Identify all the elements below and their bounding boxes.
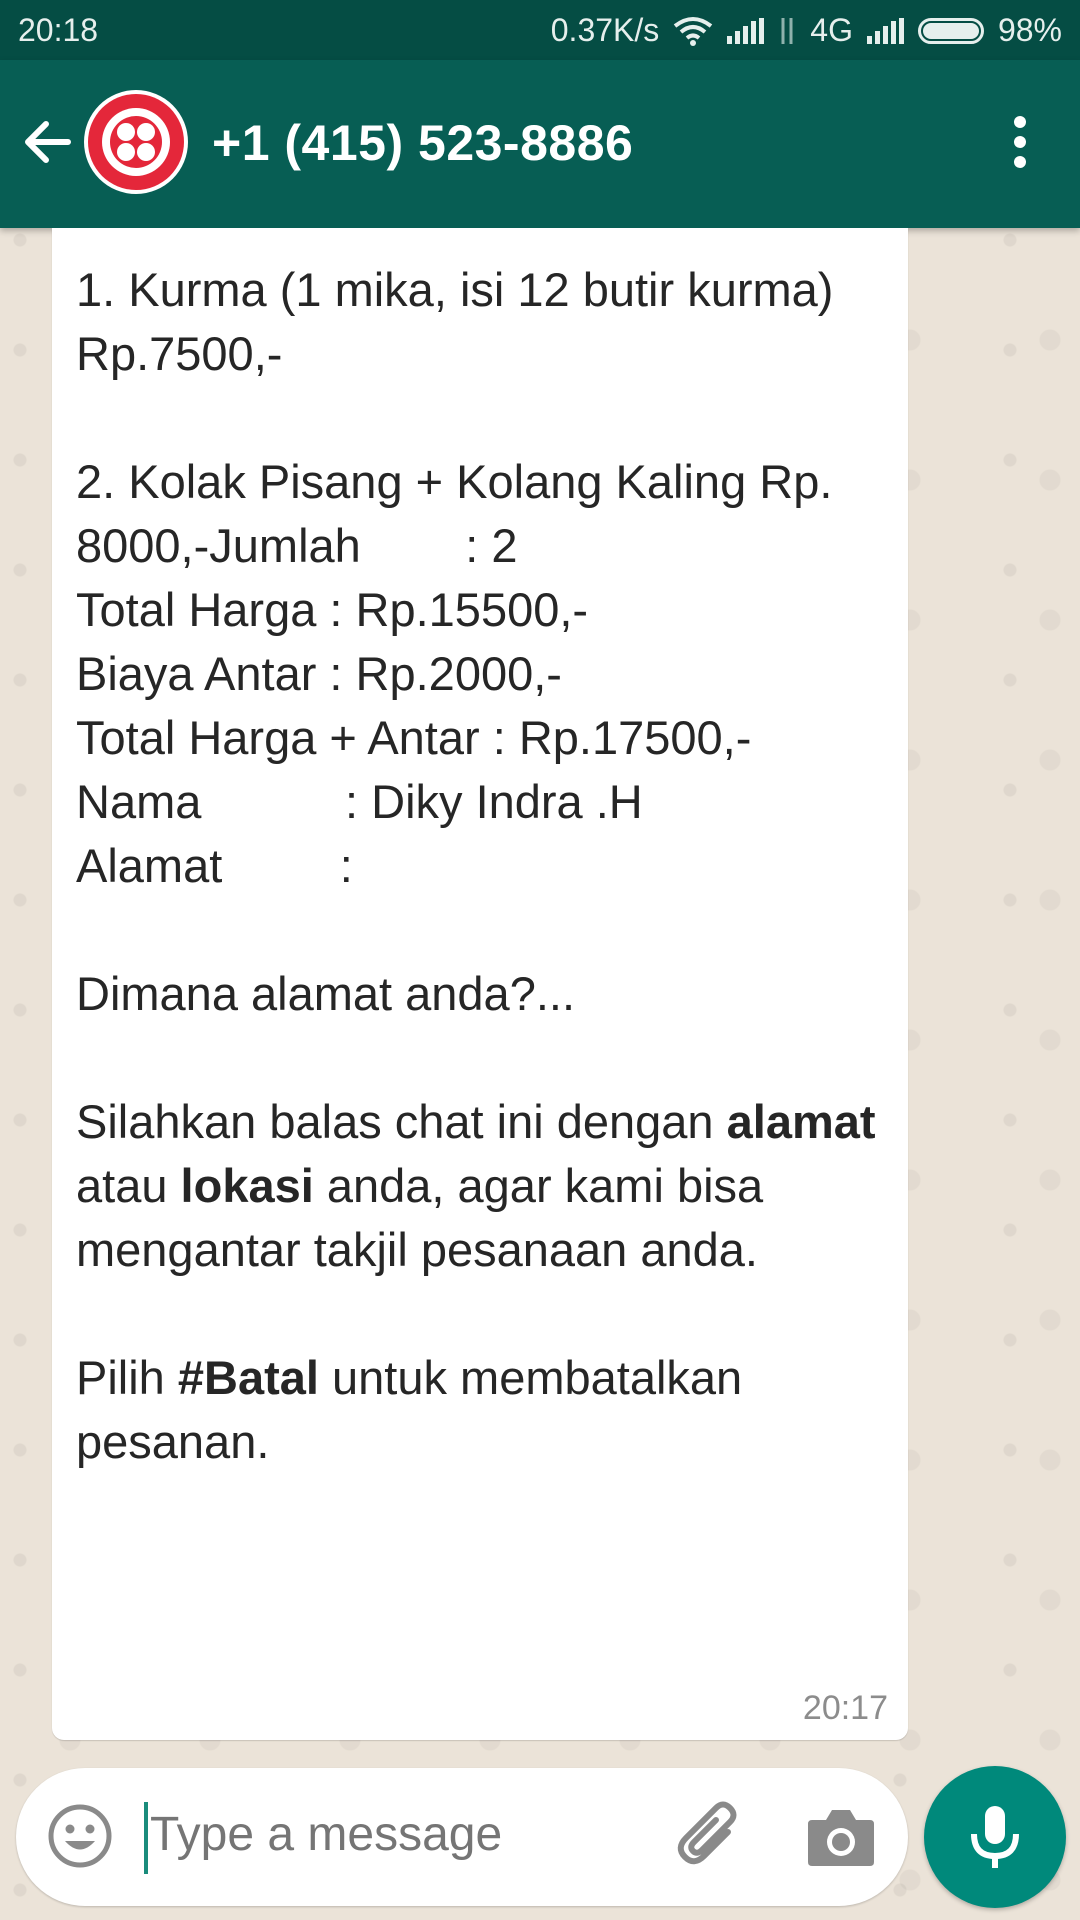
msg-line-item-1: 1. Kurma (1 mika, isi 12 butir kurma) Rp… [76,263,847,380]
signal-icon-2 [866,17,904,44]
incoming-message-bubble[interactable]: 1. Kurma (1 mika, isi 12 butir kurma) Rp… [52,228,908,1740]
signal-icon [727,17,765,44]
msg-para-1: Silahkan balas chat ini dengan alamat at… [76,1095,889,1276]
msg-text: Pilih [76,1351,178,1404]
status-time: 20:18 [18,12,99,48]
msg-text: Silahkan balas chat ini dengan [76,1095,727,1148]
msg-line-jumlah: Jumlah : 2 [209,519,518,572]
data-transfer-icon [781,17,793,44]
message-composer [16,1768,908,1906]
more-options-icon[interactable] [1010,116,1030,172]
message-input[interactable] [148,1806,632,1863]
msg-line-biaya: Biaya Antar : Rp.2000,- [76,647,562,700]
battery-level: 98% [997,12,1062,48]
message-text: 1. Kurma (1 mika, isi 12 butir kurma) Rp… [76,258,896,1474]
microphone-icon [971,1806,1019,1868]
camera-icon[interactable] [806,1804,876,1868]
back-arrow-icon[interactable] [18,112,78,172]
network-type: 4G [810,12,853,48]
avatar[interactable] [84,90,188,194]
wifi-icon [674,16,713,46]
msg-bold-batal: #Batal [177,1351,319,1404]
message-timestamp: 20:17 [802,1689,888,1727]
status-indicators: 0.37K/s 4G 98% [551,12,1062,49]
msg-para-2: Pilih #Batal untuk membatalkan pesanan. [76,1351,755,1468]
msg-line-nama: Nama : Diky Indra .H [76,775,643,828]
twilio-logo-icon [88,94,184,190]
msg-line-alamat: Alamat : [76,839,353,892]
chat-header: +1 (415) 523-8886 [0,60,1080,228]
msg-line-total: Total Harga : Rp.15500,- [76,583,589,636]
paperclip-icon[interactable] [672,1798,750,1876]
status-bar: 20:18 0.37K/s 4G 98% [0,0,1080,60]
msg-line-total-antar: Total Harga + Antar : Rp.17500,- [76,711,752,764]
battery-icon [917,17,984,44]
msg-bold-lokasi: lokasi [180,1159,314,1212]
net-speed: 0.37K/s [550,12,660,48]
msg-bold-alamat: alamat [726,1095,876,1148]
contact-name[interactable]: +1 (415) 523-8886 [212,114,633,172]
voice-record-button[interactable] [924,1766,1066,1908]
msg-line-question: Dimana alamat anda?... [76,967,576,1020]
emoji-icon[interactable] [46,1802,114,1870]
